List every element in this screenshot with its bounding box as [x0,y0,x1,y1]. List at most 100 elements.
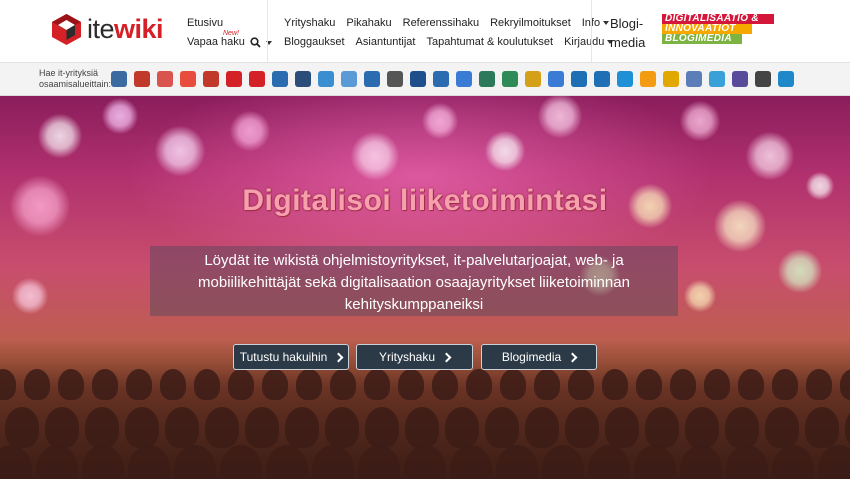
crowd-silhouette [0,369,16,401]
nav-link-tapahtumat[interactable]: Tapahtumat & koulutukset [426,33,553,52]
bokeh-light [804,110,836,142]
yrityshaku-button[interactable]: Yrityshaku [356,344,473,370]
search-icon [250,37,261,48]
crowd-silhouette [365,407,399,448]
category-ibm-icon[interactable] [594,71,610,87]
crowd-silhouette [605,407,639,448]
nav-link-bloggaukset[interactable]: Bloggaukset [284,33,345,52]
category-code-icon[interactable] [387,71,403,87]
category-sf-icon[interactable] [617,71,633,87]
category-wp-icon[interactable] [755,71,771,87]
bokeh-light [351,132,399,180]
category-db-icon[interactable] [295,71,311,87]
crowd-silhouette [725,407,759,448]
category-php-icon[interactable] [686,71,702,87]
crowd-silhouette [330,369,356,401]
crowd-silhouette [245,407,279,448]
crowd-silhouette [565,407,599,448]
crowd-silhouette [500,369,526,401]
crowd-silhouette [602,369,628,401]
page: itewiki Etusivu Vapaa haku New! Yritysha… [0,0,850,479]
category-map-icon[interactable] [502,71,518,87]
nav-link-info[interactable]: Info [582,14,610,33]
category-net-icon[interactable] [732,71,748,87]
category-usr-icon[interactable] [479,71,495,87]
crowd-silhouette [704,369,730,401]
crowd-silhouette [568,369,594,401]
category-label: Hae it-yrityksiä osaamisalueittain: [39,68,112,89]
crowd-silhouette [680,445,722,479]
nav-link-blogimedia[interactable]: Blogi-media [610,14,648,52]
category-iot-icon[interactable] [525,71,541,87]
nav-link-asiantuntijat[interactable]: Asiantuntijat [356,33,416,52]
nav-link-rekryilmoitukset[interactable]: Rekryilmoitukset [490,14,571,33]
nav-link-yrityshaku[interactable]: Yrityshaku [284,14,335,33]
category-help-icon[interactable] [157,71,173,87]
category-cld-icon[interactable] [341,71,357,87]
crowd-silhouette [0,445,32,479]
crowd-silhouette [325,407,359,448]
crowd-silhouette [405,407,439,448]
category-aws-icon[interactable] [640,71,656,87]
category-drp-icon[interactable] [778,71,794,87]
crowd-silhouette [840,369,850,401]
hero-section: Digitalisoi liiketoimintasi Löydät ite w… [0,96,850,479]
crowd-silhouette [194,369,220,401]
category-dev-icon[interactable] [203,71,219,87]
blogimedia-button[interactable]: Blogimedia [481,344,597,370]
crowd-silhouette [296,369,322,401]
new-badge: New! [223,30,239,37]
crowd-silhouette [128,445,170,479]
category-tgt-icon[interactable] [249,71,265,87]
category-crm-icon[interactable] [134,71,150,87]
crowd-silhouette [126,369,152,401]
crowd-silhouette [262,369,288,401]
crowd-silhouette [588,445,630,479]
nav-link-vapaa-haku[interactable]: Vapaa haku New! [187,30,272,52]
category-hr-icon[interactable] [226,71,242,87]
hero-description: Löydät ite wikistä ohjelmistoyritykset, … [198,252,630,313]
site-logo[interactable]: itewiki [50,13,164,46]
bokeh-light [778,249,822,293]
category-web-icon[interactable] [318,71,334,87]
bokeh-light [38,114,82,158]
category-react-icon[interactable] [709,71,725,87]
nav-link-kirjaudu[interactable]: Kirjaudu [564,33,614,52]
crowd-silhouette [806,369,832,401]
category-sap-icon[interactable] [571,71,587,87]
category-net-icon[interactable] [433,71,449,87]
crowd-silhouette [772,445,814,479]
category-doc-icon[interactable] [272,71,288,87]
crowd-silhouette [432,369,458,401]
category-win-icon[interactable] [548,71,564,87]
promo-line-3: BLOGIMEDIA [662,34,742,44]
logo-text: itewiki [87,14,164,45]
bokeh-light [680,101,720,141]
crowd-silhouette [845,407,850,448]
crowd-silhouette [398,369,424,401]
crowd-silhouette [404,445,446,479]
crowd-silhouette [738,369,764,401]
bokeh-light [485,131,525,171]
button-label: Blogimedia [501,350,562,364]
tutustu-hakuihin-button[interactable]: Tutustu hakuihin [233,344,349,370]
crowd-silhouette [85,407,119,448]
chevron-right-icon [333,352,344,362]
nav-divider [591,0,592,62]
category-shop-icon[interactable] [364,71,380,87]
category-erp-icon[interactable] [111,71,127,87]
category-src-icon[interactable] [456,71,472,87]
promo-banner[interactable]: DIGITALISAATIO & INNOVAATIOT BLOGIMEDIA [662,14,782,46]
logo-text-ite: ite [87,14,115,44]
chevron-right-icon [441,352,452,362]
nav-main: Yrityshaku Pikahaku Referenssihaku Rekry… [284,14,614,52]
category-mob-icon[interactable] [180,71,196,87]
category-id-icon[interactable] [410,71,426,87]
button-label: Tutustu hakuihin [239,350,328,364]
logo-text-wiki: wiki [114,14,164,44]
crowd-silhouette [220,445,262,479]
nav-link-referenssihaku[interactable]: Referenssihaku [403,14,479,33]
nav-link-pikahaku[interactable]: Pikahaku [346,14,391,33]
category-java-icon[interactable] [663,71,679,87]
bokeh-light [612,128,648,164]
